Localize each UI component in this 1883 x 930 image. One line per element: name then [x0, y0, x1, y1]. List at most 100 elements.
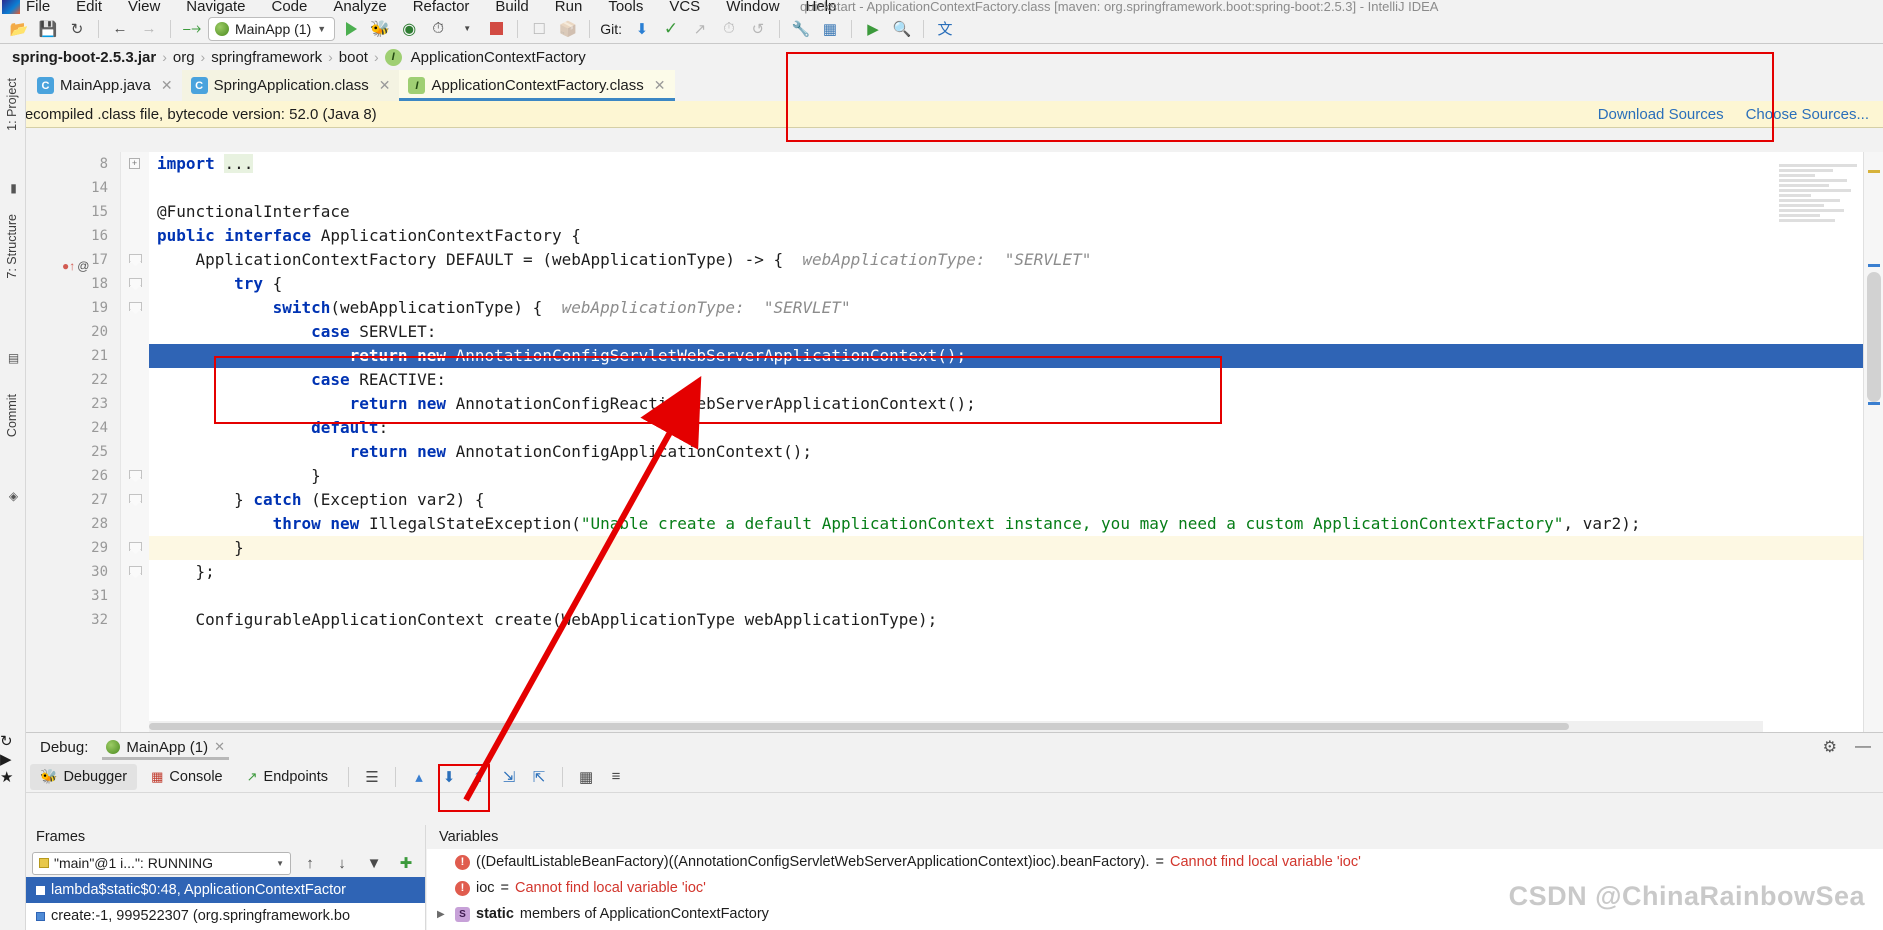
editor-marker-bar[interactable]: [1863, 152, 1883, 732]
thread-select[interactable]: "main"@1 i...": RUNNING ▼: [32, 851, 291, 875]
expand-arrow-icon[interactable]: ▶: [437, 909, 449, 920]
line-number-row[interactable]: 23: [26, 392, 120, 416]
build-hammer-icon[interactable]: ⤍: [179, 17, 205, 41]
close-icon[interactable]: ✕: [161, 77, 173, 94]
bottom-left-rail[interactable]: ↻ ▶ ★: [0, 732, 26, 930]
git-history-icon[interactable]: ⏱: [716, 17, 742, 41]
menu-item-navigate[interactable]: Navigate: [186, 0, 245, 14]
code-line[interactable]: default:: [149, 416, 1883, 440]
line-number-row[interactable]: 24: [26, 416, 120, 440]
code-line[interactable]: return new AnnotationConfigReactiveWebSe…: [149, 392, 1883, 416]
download-sources-link[interactable]: Download Sources: [1598, 106, 1724, 123]
line-number-row[interactable]: 25: [26, 440, 120, 464]
forward-icon[interactable]: →: [136, 17, 162, 41]
stop-icon[interactable]: [483, 17, 509, 41]
line-number-row[interactable]: 32: [26, 608, 120, 632]
close-icon[interactable]: ✕: [379, 77, 391, 94]
variables-panel[interactable]: Variables ! ((DefaultListableBeanFactory…: [427, 825, 1883, 930]
commit-diamond-icon[interactable]: ◈: [6, 488, 21, 503]
line-number-row[interactable]: 27: [26, 488, 120, 512]
chevron-down-icon[interactable]: ▼: [317, 24, 326, 34]
resume-program-icon[interactable]: ▶: [0, 751, 12, 768]
sync-icon[interactable]: ↻: [64, 17, 90, 41]
evaluate-expression-icon[interactable]: ▦: [573, 765, 599, 789]
hide-icon[interactable]: —: [1855, 738, 1871, 756]
show-execution-point-icon[interactable]: ▴: [406, 765, 432, 789]
notice-links[interactable]: Download Sources Choose Sources...: [1598, 106, 1869, 123]
step-over-icon[interactable]: ⬇: [436, 765, 462, 789]
frames-up-icon[interactable]: ↑: [297, 851, 323, 875]
fold-collapse-icon[interactable]: [129, 254, 142, 267]
code-line[interactable]: case SERVLET:: [149, 320, 1883, 344]
line-number-row[interactable]: 26: [26, 464, 120, 488]
editor-tab-bar[interactable]: C MainApp.java ✕ C SpringApplication.cla…: [0, 70, 1883, 101]
debug-session-tab[interactable]: MainApp (1) ✕: [98, 734, 233, 760]
settings-icon[interactable]: ≡: [603, 765, 629, 789]
menu-item-analyze[interactable]: Analyze: [333, 0, 386, 14]
editor-vertical-scrollbar[interactable]: [1867, 272, 1881, 402]
editor-fold-column[interactable]: +: [121, 152, 149, 732]
debug-toolbar[interactable]: 🐝 Debugger ▦ Console ↗ Endpoints ☰ ▴ ⬇ ⬆…: [26, 761, 1883, 793]
code-line[interactable]: [149, 584, 1883, 608]
package-download-icon[interactable]: 📦: [555, 17, 581, 41]
code-editor[interactable]: 8 14 15 16 17 ●↑ @ 18 19 20 21 22 23 24 25 26 27 28 29 30 31…: [26, 152, 1883, 732]
project-structure-icon[interactable]: ▦: [817, 17, 843, 41]
frame-row[interactable]: create:-1, 999522307 (org.springframewor…: [26, 903, 425, 929]
fold-collapse-icon[interactable]: [129, 470, 142, 483]
frame-row[interactable]: lambda$static$0:48, ApplicationContextFa…: [26, 877, 425, 903]
fold-collapse-icon[interactable]: [129, 494, 142, 507]
line-number-row[interactable]: 15: [26, 200, 120, 224]
line-number-row[interactable]: 28: [26, 512, 120, 536]
tab-console[interactable]: ▦ Console: [141, 764, 233, 790]
git-push-icon[interactable]: ↗: [687, 17, 713, 41]
menu-item-tools[interactable]: Tools: [608, 0, 643, 14]
warning-marker[interactable]: [1868, 170, 1880, 173]
code-line[interactable]: }: [149, 464, 1883, 488]
breadcrumb-item-springframework[interactable]: springframework: [211, 49, 322, 66]
frames-panel[interactable]: Frames "main"@1 i...": RUNNING ▼ ↑ ↓ ▼ ✚…: [26, 825, 426, 930]
run-icon[interactable]: [338, 17, 364, 41]
editor-tab-applicationcontextfactory[interactable]: I ApplicationContextFactory.class ✕: [399, 70, 675, 101]
menu-item-window[interactable]: Window: [726, 0, 779, 14]
menu-item-run[interactable]: Run: [555, 0, 583, 14]
debug-header[interactable]: Debug: MainApp (1) ✕ ⚙ —: [26, 733, 1883, 761]
line-number-row[interactable]: 20: [26, 320, 120, 344]
menu-item-code[interactable]: Code: [271, 0, 307, 14]
code-line[interactable]: }: [149, 536, 1883, 560]
editor-tab-mainapp[interactable]: C MainApp.java ✕: [28, 70, 182, 101]
code-line-selected[interactable]: return new AnnotationConfigServletWebSer…: [149, 344, 1883, 368]
translate-icon[interactable]: 文: [932, 17, 958, 41]
menu-item-edit[interactable]: Edit: [76, 0, 102, 14]
line-number-row[interactable]: 21: [26, 344, 120, 368]
caret-marker[interactable]: [1868, 264, 1880, 267]
profile-dropdown-icon[interactable]: ▼: [454, 17, 480, 41]
bookmarks-icon[interactable]: ▮: [6, 180, 21, 195]
close-icon[interactable]: ✕: [654, 77, 666, 94]
sidebar-item-commit[interactable]: Commit: [5, 390, 19, 441]
editor-gutter[interactable]: 8 14 15 16 17 ●↑ @ 18 19 20 21 22 23 24 25 26 27 28 29 30 31…: [26, 152, 121, 732]
menu-item-file[interactable]: File: [26, 0, 50, 14]
line-number-row[interactable]: 8: [26, 152, 120, 176]
breadcrumb-item-class[interactable]: ApplicationContextFactory: [411, 49, 586, 66]
git-commit-icon[interactable]: ✓: [658, 17, 684, 41]
run-coverage-icon[interactable]: ◉: [396, 17, 422, 41]
chevron-down-icon[interactable]: ▼: [276, 859, 284, 868]
device-manager-icon[interactable]: ☐: [526, 17, 552, 41]
rerun-icon[interactable]: ↻: [0, 733, 13, 750]
menu-item-vcs[interactable]: VCS: [669, 0, 700, 14]
code-line[interactable]: ApplicationContextFactory DEFAULT = (web…: [149, 248, 1883, 272]
line-number-row[interactable]: 29: [26, 536, 120, 560]
build-variants-icon[interactable]: ▤: [6, 350, 21, 365]
menu-bar[interactable]: File Edit View Navigate Code Analyze Ref…: [0, 0, 1883, 14]
code-line[interactable]: public interface ApplicationContextFacto…: [149, 224, 1883, 248]
breadcrumb-item-jar[interactable]: spring-boot-2.5.3.jar: [12, 49, 156, 66]
git-rollback-icon[interactable]: ↺: [745, 17, 771, 41]
favorites-star-icon[interactable]: ★: [0, 769, 13, 786]
step-out-icon[interactable]: ⇱: [526, 765, 552, 789]
add-frame-icon[interactable]: ✚: [393, 851, 419, 875]
filter-icon[interactable]: ▼: [361, 851, 387, 875]
editor-tab-springapplication[interactable]: C SpringApplication.class ✕: [181, 70, 400, 101]
line-number-row[interactable]: 17 ●↑ @: [26, 248, 120, 273]
save-all-icon[interactable]: 💾: [35, 17, 61, 41]
breadcrumb-item-org[interactable]: org: [173, 49, 195, 66]
